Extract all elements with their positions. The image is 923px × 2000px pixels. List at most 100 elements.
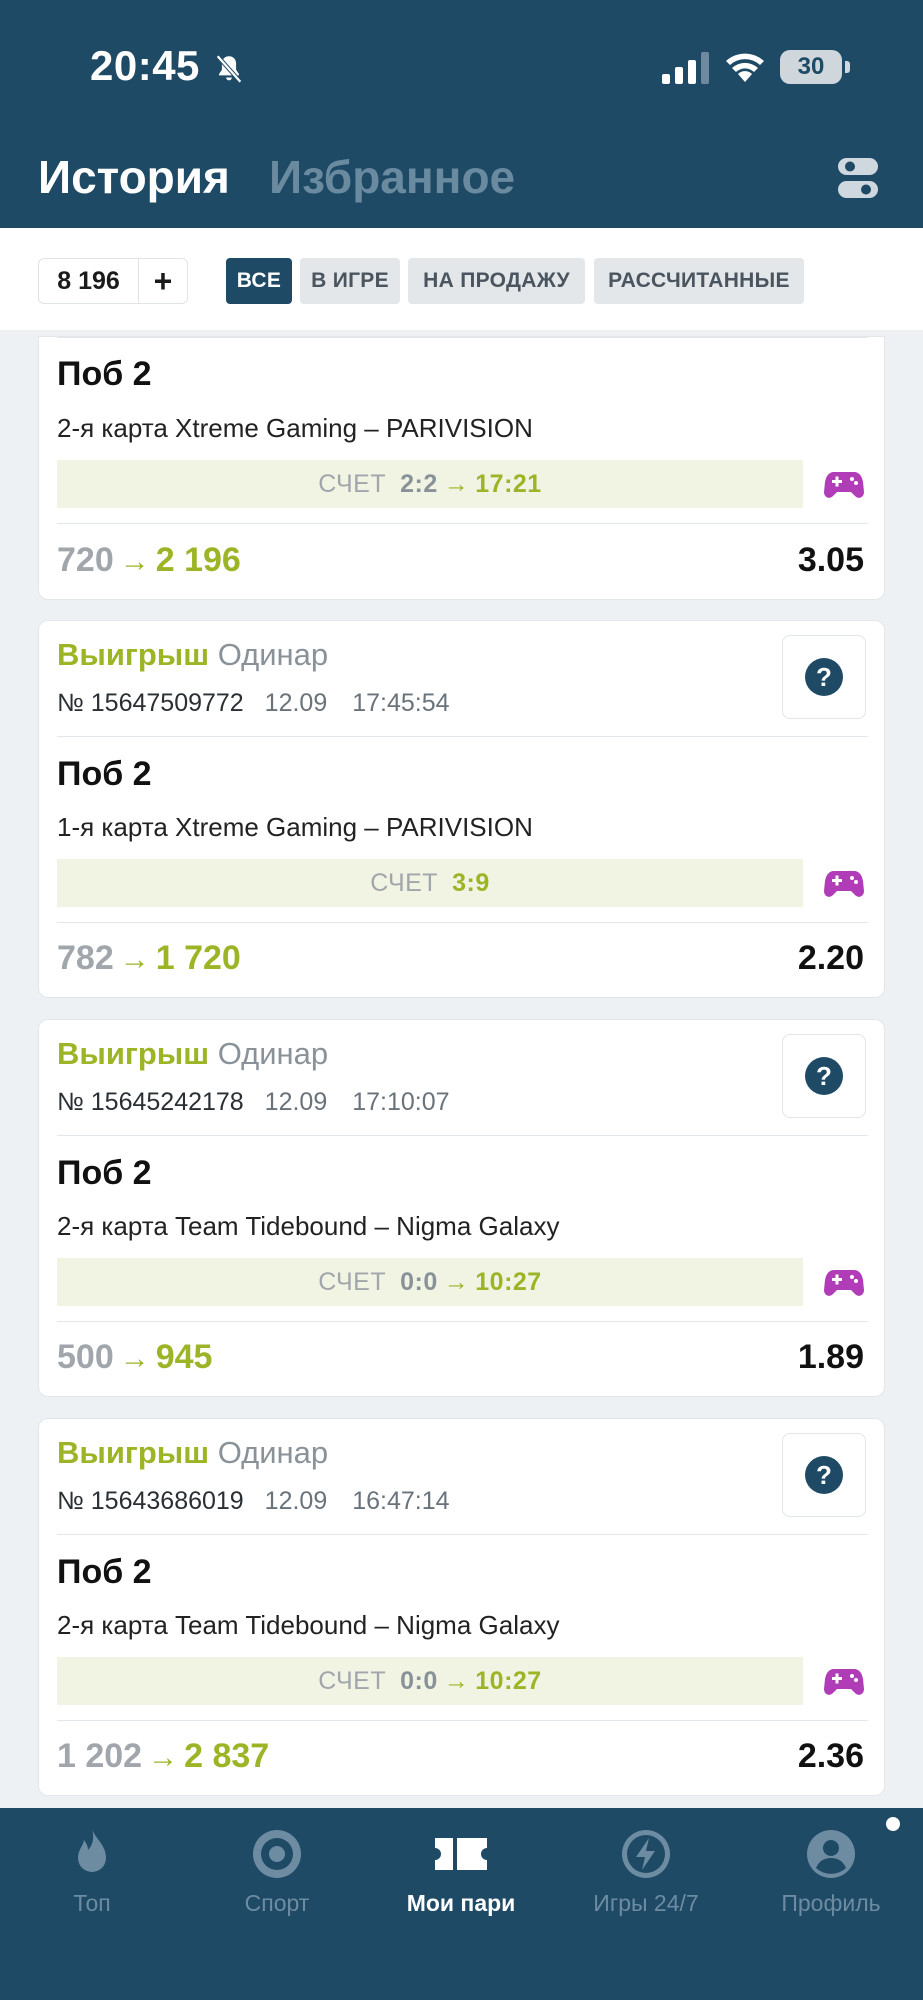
- lightning-icon: [622, 1830, 670, 1878]
- arrow-icon: →: [443, 469, 470, 498]
- notification-dot: [886, 1817, 900, 1831]
- score-label: СЧЕТ: [318, 1267, 387, 1296]
- profile-icon: [807, 1830, 855, 1878]
- tab-favorites[interactable]: Избранное: [269, 150, 515, 204]
- bet-number: № 15645242178: [57, 1088, 244, 1116]
- score-bar: СЧЕТ 3:9: [57, 859, 803, 907]
- bet-meta: № 15643686019 12.09 16:47:14: [57, 1487, 450, 1516]
- win-amount: 945: [155, 1338, 213, 1376]
- bet-name: Поб 2: [57, 1154, 152, 1192]
- bet-time: 17:10:07: [352, 1088, 450, 1116]
- odds: 2.36: [797, 1737, 864, 1775]
- filter-chip-all[interactable]: ВСЕ: [226, 258, 292, 304]
- arrow-icon: →: [148, 1741, 179, 1774]
- bet-status: Выигрыш Одинар: [57, 1435, 328, 1471]
- bet-card[interactable]: Поб 2 2-я карта Xtreme Gaming – PARIVISI…: [38, 336, 885, 600]
- bet-name: Поб 2: [57, 755, 152, 793]
- bell-muted-icon: [216, 54, 242, 84]
- signal-icon: [662, 52, 709, 84]
- bet-date: 12.09: [264, 689, 328, 717]
- divider: [57, 736, 868, 737]
- status-won: Выигрыш: [57, 1435, 210, 1470]
- win-amount: 1 720: [155, 939, 241, 977]
- win-amount: 2 837: [184, 1737, 270, 1775]
- bet-name: Поб 2: [57, 1553, 152, 1591]
- stake-line: 1 202 → 2 837: [57, 1737, 269, 1776]
- nav-sport[interactable]: Спорт: [185, 1808, 369, 1928]
- ticket-icon: [435, 1838, 487, 1870]
- filter-chip-for-sale[interactable]: НА ПРОДАЖУ: [408, 258, 585, 304]
- arrow-icon: →: [443, 1267, 470, 1296]
- bet-type: Одинар: [217, 637, 329, 672]
- bet-meta: № 15645242178 12.09 17:10:07: [57, 1088, 450, 1117]
- question-icon: ?: [805, 658, 843, 696]
- score-bar: СЧЕТ 0:0 → 10:27: [57, 1657, 803, 1705]
- status-won: Выигрыш: [57, 1036, 210, 1071]
- score-value: 3:9: [452, 868, 490, 897]
- bet-number: № 15647509772: [57, 689, 244, 717]
- sport-target-icon: [253, 1830, 301, 1878]
- odds: 2.20: [797, 939, 864, 977]
- gamepad-icon: [824, 871, 864, 897]
- score-value: 0:0: [400, 1666, 438, 1695]
- nav-label: Мои пари: [406, 1890, 516, 1916]
- bet-name: Поб 2: [57, 355, 152, 393]
- stake-line: 782 → 1 720: [57, 939, 241, 978]
- stake-amount: 720: [57, 541, 114, 579]
- nav-my-bets[interactable]: Мои пари: [369, 1808, 553, 1928]
- gamepad-icon: [824, 1669, 864, 1695]
- nav-games[interactable]: Игры 24/7: [554, 1808, 738, 1928]
- arrow-icon: →: [119, 943, 150, 976]
- event-name: 1-я карта Xtreme Gaming – PARIVISION: [57, 812, 533, 842]
- score-time: 10:27: [475, 1267, 542, 1296]
- bet-type: Одинар: [217, 1435, 329, 1470]
- arrow-icon: →: [119, 1342, 150, 1375]
- nav-label: Спорт: [244, 1890, 310, 1916]
- win-amount: 2 196: [155, 541, 241, 579]
- bet-number: № 15643686019: [57, 1487, 244, 1515]
- filter-chip-live[interactable]: В ИГРЕ: [300, 258, 400, 304]
- score-label: СЧЕТ: [318, 469, 387, 498]
- status-time: 20:45: [90, 42, 200, 89]
- bet-time: 17:45:54: [352, 689, 450, 717]
- score-value: 2:2: [400, 469, 438, 498]
- bet-card[interactable]: Выигрыш Одинар № 15643686019 12.09 16:47…: [38, 1418, 885, 1796]
- status-won: Выигрыш: [57, 637, 210, 672]
- filter-chip-settled[interactable]: РАССЧИТАННЫЕ: [594, 258, 804, 304]
- bet-card[interactable]: Выигрыш Одинар № 15647509772 12.09 17:45…: [38, 620, 885, 998]
- score-time: 17:21: [475, 469, 542, 498]
- help-button[interactable]: ?: [782, 635, 866, 719]
- bet-meta: № 15647509772 12.09 17:45:54: [57, 689, 450, 718]
- odds: 3.05: [797, 541, 864, 579]
- question-icon: ?: [805, 1456, 843, 1494]
- settings-toggle-icon[interactable]: [838, 156, 878, 200]
- gamepad-icon: [824, 1270, 864, 1296]
- bet-date: 12.09: [264, 1487, 328, 1515]
- arrow-icon: →: [443, 1666, 470, 1695]
- divider: [57, 1135, 868, 1136]
- stake-amount: 500: [57, 1338, 114, 1376]
- bet-date: 12.09: [264, 1088, 328, 1116]
- score-label: СЧЕТ: [318, 1666, 387, 1695]
- help-button[interactable]: ?: [782, 1034, 866, 1118]
- score-bar: СЧЕТ 0:0 → 10:27: [57, 1258, 803, 1306]
- score-label: СЧЕТ: [370, 868, 439, 897]
- gamepad-icon: [824, 472, 864, 498]
- nav-top[interactable]: Топ: [0, 1808, 184, 1928]
- event-name: 2-я карта Xtreme Gaming – PARIVISION: [57, 413, 533, 443]
- bet-card[interactable]: Выигрыш Одинар № 15645242178 12.09 17:10…: [38, 1019, 885, 1397]
- battery-indicator: 30: [780, 50, 850, 84]
- tab-history[interactable]: История: [38, 150, 230, 204]
- divider: [57, 1534, 868, 1535]
- add-button[interactable]: +: [139, 259, 187, 303]
- bet-status: Выигрыш Одинар: [57, 1036, 328, 1072]
- stake-line: 500 → 945: [57, 1338, 212, 1377]
- divider: [57, 1321, 868, 1322]
- bottom-navigation: Топ Спорт Мои пари Игры 24/7 Профиль: [0, 1808, 923, 2000]
- help-button[interactable]: ?: [782, 1433, 866, 1517]
- nav-label: Топ: [73, 1890, 111, 1916]
- nav-label: Профиль: [781, 1890, 881, 1916]
- score-time: 10:27: [475, 1666, 542, 1695]
- wifi-icon: [726, 53, 764, 82]
- score-value: 0:0: [400, 1267, 438, 1296]
